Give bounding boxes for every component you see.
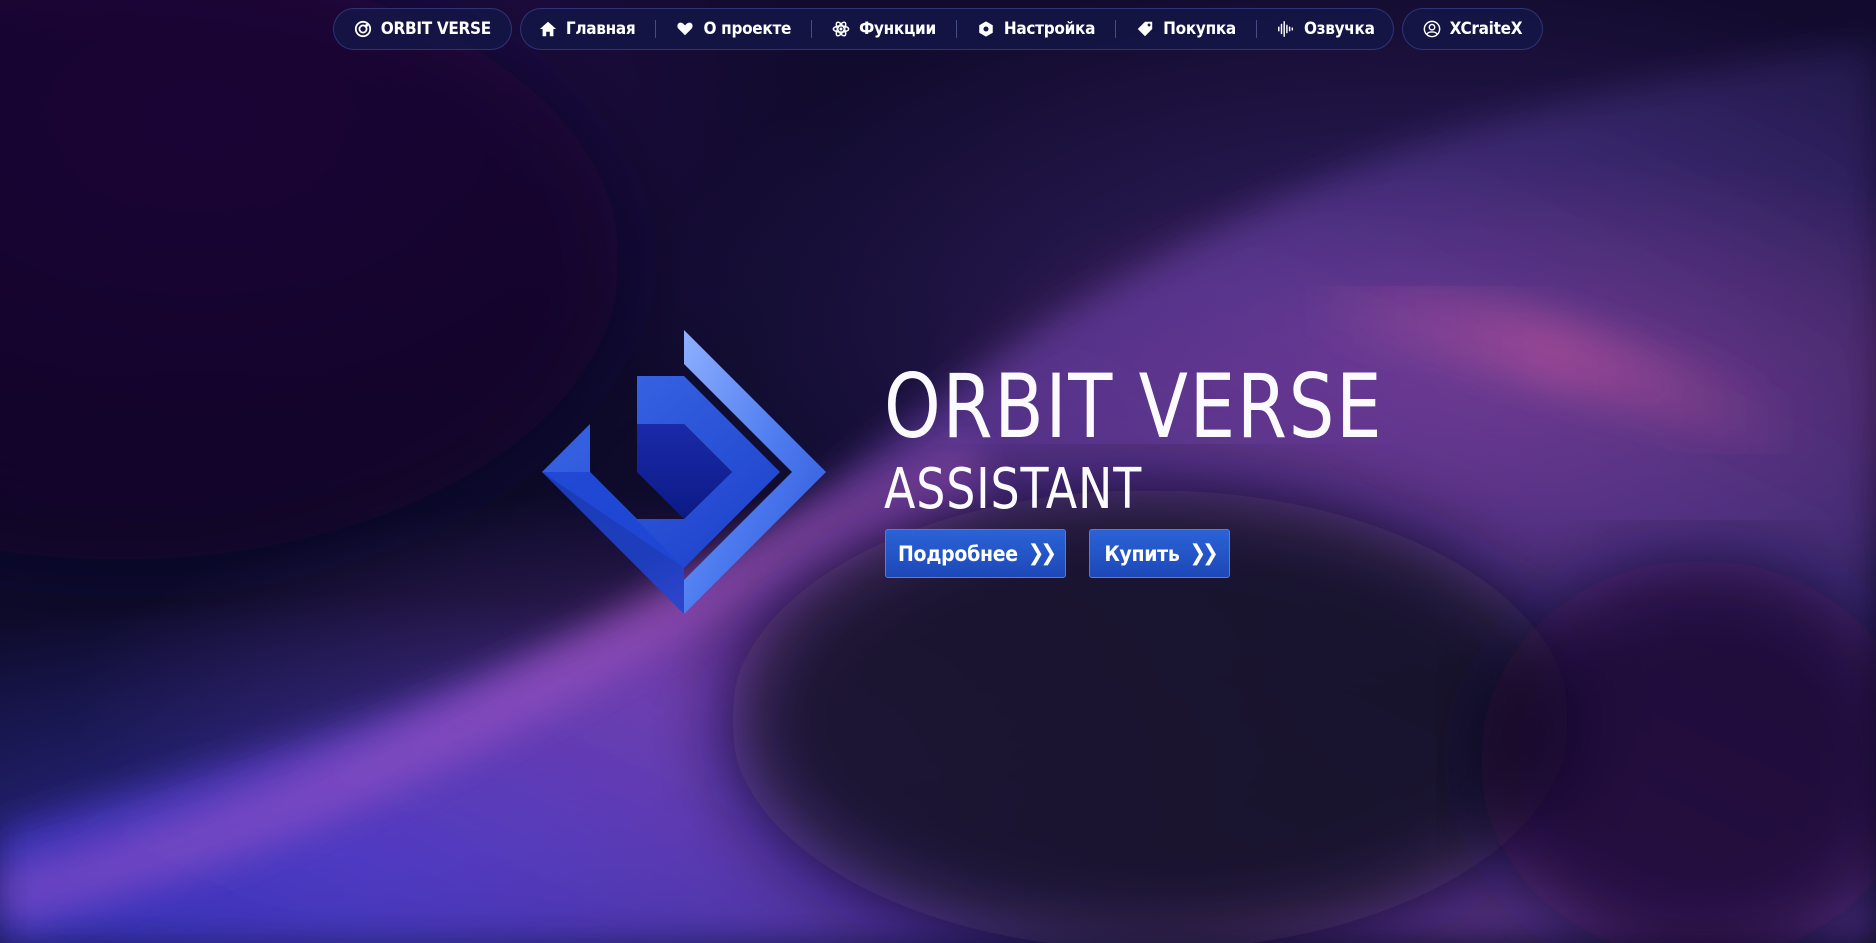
nav-item-label: Главная <box>565 19 636 39</box>
orbit-icon <box>354 20 372 38</box>
nav-item-label: Настройка <box>1003 19 1096 39</box>
hero-title: ORBIT VERSE <box>884 355 1384 458</box>
more-info-button[interactable]: Подробнее ❯❯ <box>885 529 1066 578</box>
nav-item-home[interactable]: Главная <box>539 19 636 39</box>
home-icon <box>539 20 557 38</box>
nav-item-voice[interactable]: Озвучка <box>1277 19 1375 39</box>
top-navigation: ORBIT VERSE Главная О проекте Функции На… <box>0 8 1876 50</box>
hero-page: ORBIT VERSE Главная О проекте Функции На… <box>0 0 1876 943</box>
more-info-label: Подробнее <box>898 541 1018 566</box>
waveform-icon <box>1277 20 1295 38</box>
nav-divider <box>811 20 813 38</box>
nav-item-label: Озвучка <box>1303 19 1375 39</box>
heart-icon <box>676 20 694 38</box>
hexagon-icon <box>977 20 995 38</box>
orbit-verse-logo <box>542 330 826 614</box>
brand-label: ORBIT VERSE <box>380 19 491 39</box>
user-circle-icon <box>1423 20 1441 38</box>
main-menu: Главная О проекте Функции Настройка Поку… <box>519 8 1394 50</box>
nav-item-label: Покупка <box>1163 19 1236 39</box>
brand-pill[interactable]: ORBIT VERSE <box>332 8 512 50</box>
nav-item-settings[interactable]: Настройка <box>977 19 1095 39</box>
nav-item-about[interactable]: О проекте <box>676 19 791 39</box>
buy-button[interactable]: Купить ❯❯ <box>1089 529 1230 578</box>
user-label: XCraiteX <box>1449 19 1523 39</box>
nav-divider <box>1255 20 1257 38</box>
nav-item-purchase[interactable]: Покупка <box>1136 19 1236 39</box>
double-chevron-right-icon: ❯❯ <box>1189 541 1218 566</box>
nav-item-label: О проекте <box>703 19 792 39</box>
atom-icon <box>832 20 850 38</box>
nav-divider <box>1115 20 1117 38</box>
nav-divider <box>655 20 657 38</box>
nav-item-features[interactable]: Функции <box>832 19 936 39</box>
double-chevron-right-icon: ❯❯ <box>1027 541 1057 566</box>
hero-subtitle: ASSISTANT <box>884 457 1143 522</box>
tag-icon <box>1136 20 1154 38</box>
nav-divider <box>955 20 957 38</box>
buy-label: Купить <box>1104 541 1180 566</box>
nav-item-label: Функции <box>859 19 936 39</box>
user-pill[interactable]: XCraiteX <box>1401 8 1544 50</box>
